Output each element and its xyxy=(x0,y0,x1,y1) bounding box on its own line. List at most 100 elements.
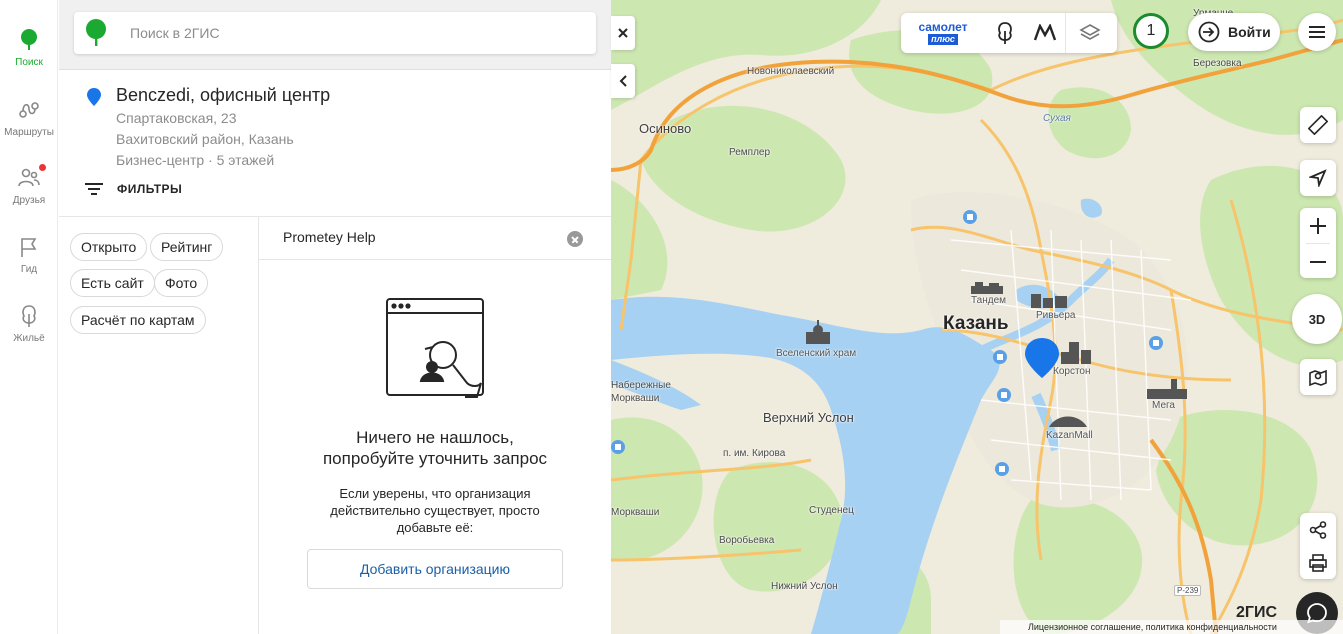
rail-item-guide[interactable]: Гид xyxy=(0,225,58,289)
chip-has-site[interactable]: Есть сайт xyxy=(70,269,155,297)
rail-item-housing[interactable]: Жильё xyxy=(0,294,58,358)
place-title[interactable]: Benczedi, офисный центр xyxy=(116,85,330,106)
search-leaf-icon xyxy=(15,26,43,54)
rail-label: Жильё xyxy=(13,333,45,344)
selected-place-card[interactable]: Benczedi, офисный центр Спартаковская, 2… xyxy=(59,70,611,217)
map-label: Набережные xyxy=(611,380,671,391)
map[interactable]: Урманче Березовка Новониколаевский Осино… xyxy=(611,0,1343,634)
layers-button[interactable] xyxy=(1066,13,1114,53)
road-number-badge: Р-239 xyxy=(1174,585,1202,596)
filters-button[interactable]: ФИЛЬТРЫ xyxy=(85,182,182,196)
map-label: Воробьевка xyxy=(719,535,775,546)
place-pin-icon xyxy=(87,88,101,106)
flag-icon xyxy=(15,233,43,261)
legal-links[interactable]: Лицензионное соглашение, политика конфид… xyxy=(1000,620,1343,634)
map-mode-button[interactable] xyxy=(1300,359,1336,395)
samolet-plus-button[interactable]: самолет плюс xyxy=(901,13,985,53)
search-box[interactable] xyxy=(74,12,596,54)
map-label: KazanMall xyxy=(1046,430,1093,441)
samolet-label: самолет xyxy=(918,20,968,34)
print-button[interactable] xyxy=(1300,546,1336,579)
transit-icon xyxy=(995,462,1009,476)
metro-icon xyxy=(1033,24,1057,41)
filter-icon xyxy=(85,183,103,195)
notifications-badge[interactable]: 1 xyxy=(1133,13,1169,49)
filter-chips: Открыто Рейтинг Есть сайт Фото Расчёт по… xyxy=(59,217,259,634)
transit-icon xyxy=(963,210,977,224)
map-label: Моркваши xyxy=(611,507,660,518)
routes-icon xyxy=(15,96,43,124)
share-print-controls xyxy=(1300,513,1336,579)
close-icon xyxy=(618,28,628,38)
selected-location-pin-icon[interactable] xyxy=(1025,338,1059,378)
notification-dot xyxy=(39,164,46,171)
landmark-icon xyxy=(1147,379,1187,399)
chip-card-payment[interactable]: Расчёт по картам xyxy=(70,306,206,334)
collapse-panel-button[interactable] xyxy=(611,64,635,98)
rail-item-routes[interactable]: Маршруты xyxy=(0,88,58,152)
chip-open[interactable]: Открыто xyxy=(70,233,148,261)
menu-icon xyxy=(1309,26,1325,38)
printer-icon xyxy=(1309,553,1327,572)
rail-item-friends[interactable]: Друзья xyxy=(0,156,58,220)
search-input[interactable] xyxy=(130,25,570,41)
place-info: Бизнес-центр · 5 этажей xyxy=(116,152,275,168)
layers-icon xyxy=(1079,24,1101,40)
query-text: Prometey Help xyxy=(283,229,376,245)
transit-icon xyxy=(997,388,1011,402)
map-label: Сухая xyxy=(1043,113,1071,124)
rail-label: Поиск xyxy=(15,57,43,68)
rail-label: Маршруты xyxy=(4,127,54,138)
my-location-button[interactable] xyxy=(1300,160,1336,196)
map-label: Моркваши xyxy=(611,393,660,404)
plus-icon xyxy=(1310,217,1326,234)
login-icon xyxy=(1198,21,1220,43)
chevron-left-icon xyxy=(619,75,627,87)
empty-title: Ничего не нашлось, попробуйте уточнить з… xyxy=(259,427,611,469)
share-button[interactable] xyxy=(1300,513,1336,546)
map-label: п. им. Кирова xyxy=(723,448,786,459)
not-found-illustration xyxy=(386,298,484,398)
rail-item-search[interactable]: Поиск xyxy=(0,20,58,84)
tree-icon xyxy=(998,22,1012,44)
map-pin-icon xyxy=(1309,369,1327,387)
menu-button[interactable] xyxy=(1298,13,1336,51)
trees-layer-button[interactable] xyxy=(985,13,1025,53)
login-button[interactable]: Войти xyxy=(1188,13,1280,51)
map-label: Ремплер xyxy=(729,147,771,158)
clear-query-icon[interactable] xyxy=(567,231,583,247)
login-label: Войти xyxy=(1228,24,1271,40)
landmark-icon xyxy=(1031,294,1067,308)
map-label: Мега xyxy=(1152,400,1175,411)
search-header xyxy=(59,0,611,70)
map-label: Тандем xyxy=(971,295,1007,306)
brand-leaf-icon xyxy=(86,19,106,46)
add-organization-button[interactable]: Добавить организацию xyxy=(307,549,563,589)
transit-icon xyxy=(993,350,1007,364)
chip-rating[interactable]: Рейтинг xyxy=(150,233,224,261)
landmark-icon xyxy=(806,320,830,344)
map-label: Осиново xyxy=(639,121,692,136)
3d-label: 3D xyxy=(1308,311,1326,327)
results-area: Prometey Help Ничего не нашлось, попробу… xyxy=(259,217,611,634)
map-label: Ривьера xyxy=(1036,310,1076,321)
query-bar: Prometey Help xyxy=(259,217,611,260)
zoom-in-button[interactable] xyxy=(1300,208,1336,243)
3d-toggle-button[interactable]: 3D xyxy=(1292,294,1342,344)
close-panel-button[interactable] xyxy=(611,16,635,50)
chip-photo[interactable]: Фото xyxy=(154,269,209,297)
housing-icon xyxy=(15,302,43,330)
navigation-arrow-icon xyxy=(1309,169,1327,187)
place-address: Спартаковская, 23 xyxy=(116,110,237,126)
map-label: Казань xyxy=(943,313,1009,334)
empty-description: Если уверены, что организация действител… xyxy=(330,486,540,535)
side-rail: Поиск Маршруты Друзья Гид Жильё xyxy=(0,0,58,634)
zoom-out-button[interactable] xyxy=(1300,244,1336,279)
transit-icon xyxy=(1149,336,1163,350)
metro-layer-button[interactable] xyxy=(1025,13,1065,53)
map-label: Новониколаевский xyxy=(747,66,835,77)
map-label: Студенец xyxy=(809,505,854,516)
landmark-icon xyxy=(1061,342,1091,364)
map-label: Березовка xyxy=(1193,58,1242,69)
ruler-button[interactable] xyxy=(1300,107,1336,143)
